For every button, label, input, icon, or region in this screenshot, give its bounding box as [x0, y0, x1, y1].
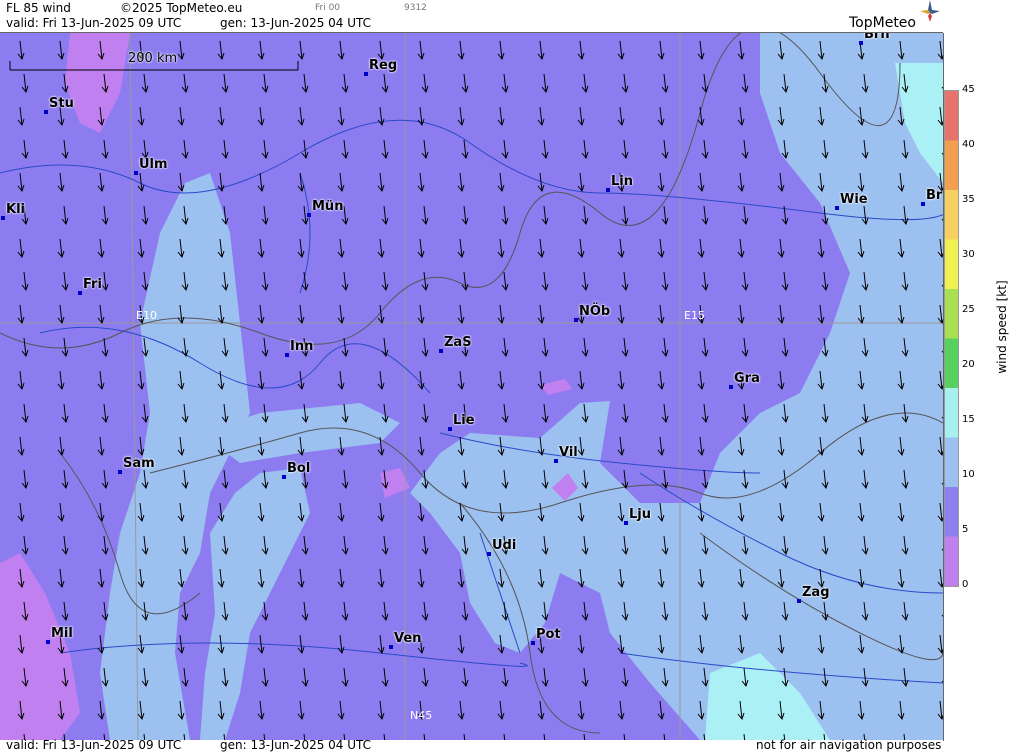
city-marker	[859, 41, 863, 45]
city-marker	[118, 470, 122, 474]
city-marker	[797, 599, 801, 603]
city-label: Lin	[611, 174, 633, 189]
city-marker	[78, 291, 82, 295]
copyright: ©2025 TopMeteo.eu	[120, 1, 243, 15]
city-label: Mil	[51, 626, 73, 641]
city-marker	[921, 202, 925, 206]
city-marker	[282, 475, 286, 479]
city-label: Lie	[453, 413, 475, 428]
colorbar	[944, 90, 959, 587]
city-label: Gra	[734, 371, 760, 386]
city-label: Lju	[629, 507, 651, 522]
city-marker	[44, 110, 48, 114]
city-label: Wie	[840, 192, 868, 207]
map-header: FL 85 wind ©2025 TopMeteo.eu Fri 00 9312…	[0, 0, 943, 33]
city-label: Stu	[49, 96, 74, 111]
city-marker	[46, 640, 50, 644]
city-label: NÖb	[579, 304, 611, 319]
wind-map[interactable]: 200 km E10 E15 N45 Brn Reg Stu Ulm Kli Mün Lin…	[0, 33, 944, 741]
grid-label-n45: N45	[410, 709, 433, 722]
legend-tick: 30	[962, 249, 975, 260]
legend-tick: 10	[962, 469, 975, 480]
city-label: Pot	[536, 627, 561, 642]
city-marker	[307, 213, 311, 217]
city-label: Vil	[559, 445, 578, 460]
city-label: ZaS	[444, 335, 472, 350]
city-marker	[729, 385, 733, 389]
city-marker	[389, 645, 393, 649]
city-marker	[487, 552, 491, 556]
legend-tick: 25	[962, 304, 975, 315]
scale-bar-label: 200 km	[128, 51, 178, 66]
code-label: 9312	[404, 3, 427, 13]
legend-tick: 45	[962, 84, 975, 95]
city-label: Ven	[394, 631, 422, 646]
city-marker	[364, 72, 368, 76]
legend-tick: 0	[962, 579, 969, 590]
legend-tick: 20	[962, 359, 975, 370]
city-marker	[134, 171, 138, 175]
legend-panel: 45 40 35 30 25 20 15 10 5 0 wind speed [kt]	[944, 0, 1034, 753]
map-footer: valid: Fri 13-Jun-2025 09 UTC gen: 13-Ju…	[0, 738, 943, 753]
city-marker	[606, 188, 610, 192]
city-marker	[835, 206, 839, 210]
city-marker	[439, 349, 443, 353]
legend-tick: 5	[962, 524, 969, 535]
topmeteo-logo: TopMeteo	[849, 15, 916, 31]
gen-time: gen: 13-Jun-2025 04 UTC	[220, 16, 372, 30]
city-marker	[448, 427, 452, 431]
city-marker	[554, 459, 558, 463]
legend-tick: 35	[962, 194, 975, 205]
city-label: Kli	[6, 202, 25, 217]
footer-valid-time: valid: Fri 13-Jun-2025 09 UTC	[6, 738, 182, 752]
wind-field	[0, 33, 943, 740]
city-label: Inn	[290, 339, 314, 354]
legend-title-wrap: wind speed [kt]	[992, 250, 1012, 410]
city-label: Fri	[83, 277, 102, 292]
city-label: Ulm	[139, 157, 168, 172]
compass-logo-icon	[920, 0, 940, 22]
city-label: Zag	[802, 585, 830, 600]
city-marker	[574, 318, 578, 322]
legend-tick: 40	[962, 139, 975, 150]
city-label: Brn	[864, 33, 890, 42]
run-label: Fri 00	[315, 3, 341, 13]
legend-tick: 15	[962, 414, 975, 425]
city-marker	[285, 353, 289, 357]
city-label: Mün	[312, 199, 344, 214]
valid-time: valid: Fri 13-Jun-2025 09 UTC	[6, 16, 182, 30]
disclaimer: not for air navigation purposes	[756, 738, 942, 752]
legend-title: wind speed [kt]	[995, 280, 1009, 374]
footer-gen-time: gen: 13-Jun-2025 04 UTC	[220, 738, 372, 752]
city-marker	[531, 641, 535, 645]
grid-label-e10: E10	[136, 309, 157, 322]
city-marker	[624, 521, 628, 525]
product-title: FL 85 wind	[6, 1, 71, 15]
city-label: Udi	[492, 538, 517, 553]
city-label: Bol	[287, 461, 311, 476]
city-label: Sam	[123, 456, 155, 471]
city-label: Reg	[369, 58, 398, 73]
grid-label-e15: E15	[684, 309, 705, 322]
city-label: Br	[926, 188, 943, 203]
city-marker	[1, 216, 5, 220]
